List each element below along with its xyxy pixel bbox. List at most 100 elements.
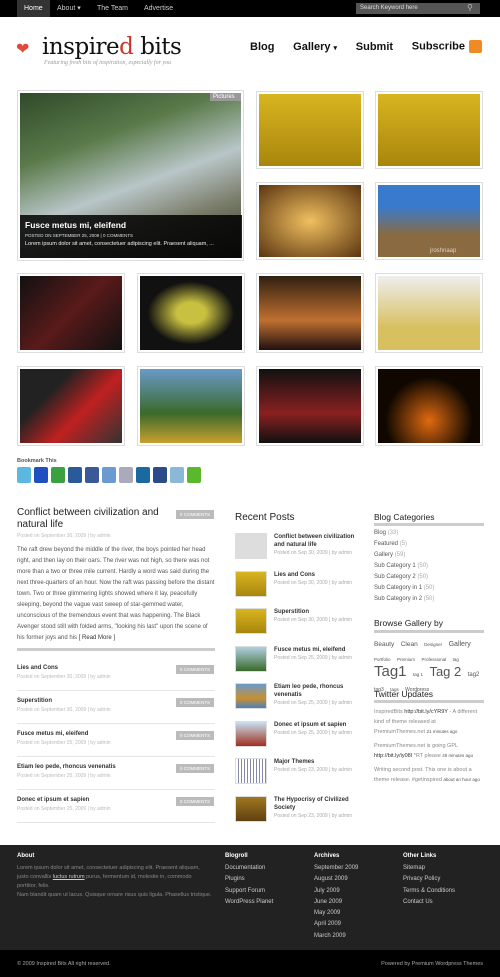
topnav-about[interactable]: About ▾ bbox=[50, 0, 88, 17]
recent-post-title[interactable]: Etiam leo pede, rhoncus venenatis bbox=[274, 683, 360, 699]
topnav-team[interactable]: The Team bbox=[90, 0, 135, 17]
gallery-thumbnail[interactable] bbox=[17, 273, 125, 353]
comments-badge[interactable]: 0 COMMENTS bbox=[176, 731, 214, 740]
tweet-link[interactable]: http://bit.ly/iy08I bbox=[374, 753, 412, 759]
recent-post-title[interactable]: Superstition bbox=[274, 608, 360, 616]
recent-post-item[interactable]: The Hypocrisy of Civilized Society Posted… bbox=[235, 795, 360, 826]
gallery-thumbnail[interactable] bbox=[17, 366, 125, 446]
footer-link[interactable]: April 2009 bbox=[314, 921, 394, 932]
comments-badge[interactable]: 0 COMMENTS bbox=[176, 764, 214, 773]
rss-icon[interactable] bbox=[468, 40, 482, 53]
mixx-icon[interactable] bbox=[102, 467, 116, 483]
footer-link[interactable]: June 2009 bbox=[314, 899, 394, 910]
myspace-icon[interactable] bbox=[68, 467, 82, 483]
technorati-icon[interactable] bbox=[187, 467, 201, 483]
recent-post-title[interactable]: Conflict between civilization and natura… bbox=[274, 533, 360, 549]
post-item-title[interactable]: Superstition bbox=[17, 698, 167, 704]
tag-link[interactable]: tag 1 bbox=[413, 672, 423, 677]
footer-link[interactable]: Privacy Policy bbox=[403, 876, 483, 887]
recent-post-title[interactable]: Fusce metus mi, eleifend bbox=[274, 646, 360, 654]
read-more-link[interactable]: [ Read More ] bbox=[79, 635, 115, 641]
comments-badge[interactable]: 0 COMMENTS bbox=[176, 665, 214, 674]
tag-link[interactable]: Tag 2 bbox=[429, 664, 461, 679]
footer-link[interactable]: Plugins bbox=[225, 876, 305, 887]
category-link[interactable]: Blog (33) bbox=[374, 530, 484, 541]
comments-badge[interactable]: 0 COMMENTS bbox=[176, 698, 214, 707]
gallery-thumbnail[interactable] bbox=[137, 366, 245, 446]
gallery-thumbnail[interactable] bbox=[375, 273, 483, 353]
category-link[interactable]: Sub Category in 1 (50) bbox=[374, 585, 484, 596]
recent-post-item[interactable]: Superstition Posted on Sep 30, 2009 | by … bbox=[235, 608, 360, 638]
tag-link[interactable]: Portfolio bbox=[374, 657, 391, 662]
recent-post-item[interactable]: Lies and Cons Posted on Sep 30, 2009 | by… bbox=[235, 570, 360, 601]
post-item-title[interactable]: Fusce metus mi, eleifend bbox=[17, 731, 167, 737]
post-title[interactable]: Conflict between civilization and natura… bbox=[17, 507, 172, 531]
windows-live-icon[interactable] bbox=[153, 467, 167, 483]
site-logo[interactable]: inspired bits bbox=[42, 34, 232, 60]
topnav-advertise[interactable]: Advertise bbox=[137, 0, 180, 17]
topnav-home[interactable]: Home bbox=[17, 0, 50, 17]
about-link[interactable]: luctus rutrum bbox=[53, 874, 85, 880]
gallery-thumbnail[interactable] bbox=[256, 366, 364, 446]
tag-link[interactable]: Tag1 bbox=[374, 663, 407, 680]
gallery-thumbnail[interactable] bbox=[256, 182, 364, 260]
category-badge[interactable]: Pictures bbox=[210, 93, 241, 101]
search-icon[interactable]: ⚲ bbox=[467, 3, 477, 12]
recent-post-title[interactable]: Major Themes bbox=[274, 758, 360, 766]
gallery-thumbnail[interactable] bbox=[137, 273, 245, 353]
google-icon[interactable] bbox=[119, 467, 133, 483]
footer-link[interactable]: March 2009 bbox=[314, 933, 394, 944]
linkedin-icon[interactable] bbox=[136, 467, 150, 483]
category-link[interactable]: Sub Category 1 (50) bbox=[374, 563, 484, 574]
stumbleupon-icon[interactable] bbox=[51, 467, 65, 483]
search-input[interactable]: Search Keyword here bbox=[356, 3, 480, 14]
tag-link[interactable]: Professional bbox=[421, 657, 446, 662]
tag-link[interactable]: Premium bbox=[397, 657, 415, 662]
recent-post-item[interactable]: Conflict between civilization and natura… bbox=[235, 533, 360, 563]
tag-link[interactable]: Designer bbox=[424, 642, 442, 647]
tweet-link[interactable]: http://bit.ly/cYR9Y bbox=[404, 709, 448, 715]
gallery-thumbnail[interactable] bbox=[256, 91, 364, 169]
delicious-icon[interactable] bbox=[34, 467, 48, 483]
tag-link[interactable]: Gallery bbox=[449, 641, 471, 648]
category-link[interactable]: Gallery (59) bbox=[374, 552, 484, 563]
tag-link[interactable]: Beauty bbox=[374, 641, 394, 648]
gallery-thumbnail[interactable] bbox=[375, 366, 483, 446]
footer-link[interactable]: July 2009 bbox=[314, 888, 394, 899]
footer-link[interactable]: Terms & Conditions bbox=[403, 888, 483, 899]
comments-badge[interactable]: 0 COMMENTS bbox=[176, 797, 214, 806]
comments-badge[interactable]: 0 COMMENTS bbox=[176, 510, 214, 519]
nav-subscribe[interactable]: Subscribe bbox=[412, 40, 482, 53]
tag-link[interactable]: Clean bbox=[401, 641, 418, 648]
tag-link[interactable]: tag bbox=[453, 657, 459, 662]
footer-link[interactable]: Contact Us bbox=[403, 899, 483, 910]
tag-link[interactable]: tag2 bbox=[468, 672, 480, 678]
footer-link[interactable]: Documentation bbox=[225, 865, 305, 876]
featured-title[interactable]: Fusce metus mi, eleifend bbox=[25, 220, 237, 230]
footer-link[interactable]: September 2009 bbox=[314, 865, 394, 876]
footer-link[interactable]: Support Forum bbox=[225, 888, 305, 899]
gallery-thumbnail[interactable] bbox=[256, 273, 364, 353]
footer-link[interactable]: May 2009 bbox=[314, 910, 394, 921]
category-link[interactable]: Featured (5) bbox=[374, 541, 484, 552]
reddit-icon[interactable] bbox=[170, 467, 184, 483]
recent-post-item[interactable]: Donec et ipsum et sapien Posted on Sep 25… bbox=[235, 720, 360, 751]
twitter-icon[interactable] bbox=[17, 467, 31, 483]
nav-gallery[interactable]: Gallery ▾ bbox=[293, 41, 337, 53]
category-link[interactable]: Sub Category in 2 (50) bbox=[374, 596, 484, 607]
post-item-title[interactable]: Etiam leo pede, rhoncus venenatis bbox=[17, 764, 167, 770]
nav-blog[interactable]: Blog bbox=[250, 41, 274, 53]
post-item-title[interactable]: Donec et ipsum et sapien bbox=[17, 797, 167, 803]
footer-link[interactable]: August 2009 bbox=[314, 876, 394, 887]
powered-by-link[interactable]: Powered by Premium Wordpress Themes bbox=[300, 961, 483, 967]
recent-post-title[interactable]: The Hypocrisy of Civilized Society bbox=[274, 796, 360, 812]
facebook-icon[interactable] bbox=[85, 467, 99, 483]
tweet-time[interactable]: 21 minutes ago bbox=[427, 729, 458, 734]
footer-link[interactable]: WordPress Planet bbox=[225, 899, 305, 910]
recent-post-item[interactable]: Fusce metus mi, eleifend Posted on Sep 25… bbox=[235, 645, 360, 676]
recent-post-item[interactable]: Etiam leo pede, rhoncus venenatis Posted … bbox=[235, 683, 360, 713]
category-link[interactable]: Sub Category 2 (50) bbox=[374, 574, 484, 585]
nav-submit[interactable]: Submit bbox=[356, 41, 393, 53]
tweet-time[interactable]: about an hour ago bbox=[443, 777, 480, 782]
gallery-thumbnail[interactable] bbox=[375, 91, 483, 169]
